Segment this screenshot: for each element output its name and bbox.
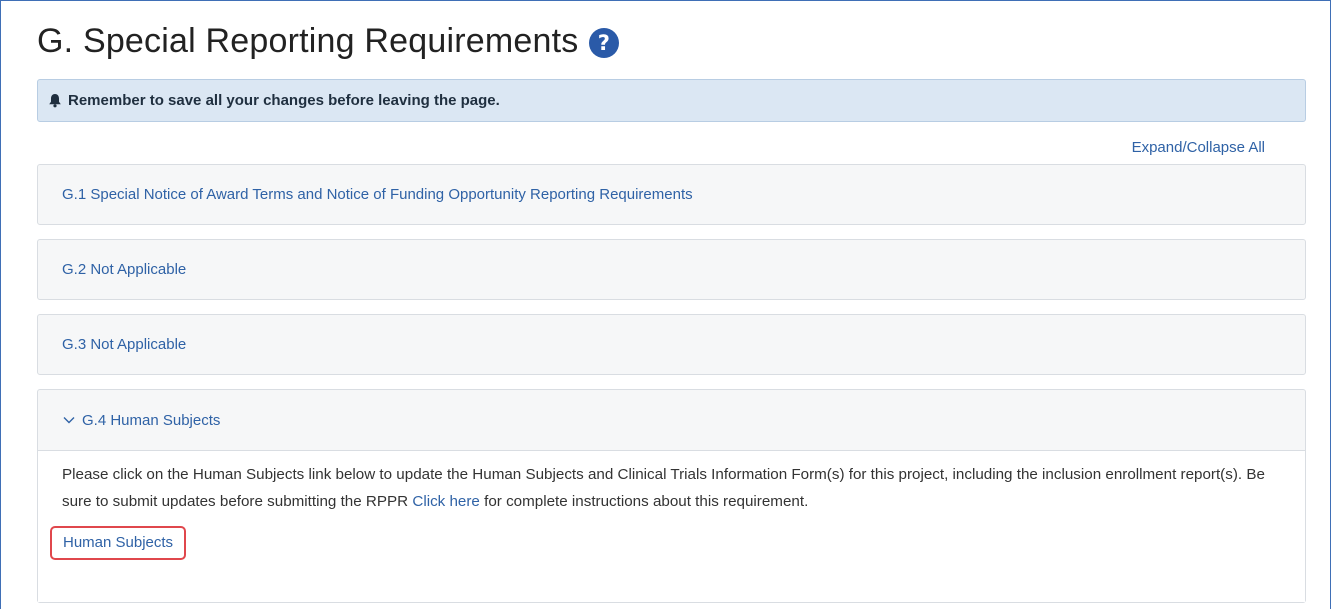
- section-g2-panel: G.2 Not Applicable: [37, 239, 1306, 300]
- section-g4-header[interactable]: G.4 Human Subjects: [38, 390, 1305, 451]
- instructions-text-2: for complete instructions about this req…: [484, 493, 809, 510]
- click-here-link[interactable]: Click here: [412, 493, 480, 510]
- section-g1-panel: G.1 Special Notice of Award Terms and No…: [37, 164, 1306, 225]
- section-g4-panel: G.4 Human Subjects Please click on the H…: [37, 389, 1306, 603]
- section-g3-panel: G.3 Not Applicable: [37, 314, 1306, 375]
- section-g4-instructions: Please click on the Human Subjects link …: [62, 461, 1281, 515]
- alert-text: Remember to save all your changes before…: [68, 92, 500, 109]
- bell-icon: [48, 93, 62, 108]
- section-g4-body: Please click on the Human Subjects link …: [38, 451, 1305, 602]
- page-title: G. Special Reporting Requirements ?: [37, 22, 620, 61]
- section-g2-label: G.2 Not Applicable: [62, 261, 187, 278]
- chevron-down-icon: [62, 413, 76, 427]
- save-reminder-alert: Remember to save all your changes before…: [37, 79, 1306, 122]
- human-subjects-link[interactable]: Human Subjects: [50, 526, 187, 560]
- section-g3-label: G.3 Not Applicable: [62, 336, 187, 353]
- page-title-text: G. Special Reporting Requirements: [37, 22, 579, 60]
- question-circle-icon[interactable]: ?: [588, 27, 620, 59]
- section-g2-header[interactable]: G.2 Not Applicable: [38, 240, 1305, 299]
- expand-collapse-all-link[interactable]: Expand/Collapse All: [1132, 139, 1265, 156]
- section-g1-header[interactable]: G.1 Special Notice of Award Terms and No…: [38, 165, 1305, 224]
- section-g4-label: G.4 Human Subjects: [82, 411, 221, 429]
- svg-text:?: ?: [598, 31, 610, 55]
- section-g3-header[interactable]: G.3 Not Applicable: [38, 315, 1305, 374]
- section-g1-label: G.1 Special Notice of Award Terms and No…: [62, 186, 693, 203]
